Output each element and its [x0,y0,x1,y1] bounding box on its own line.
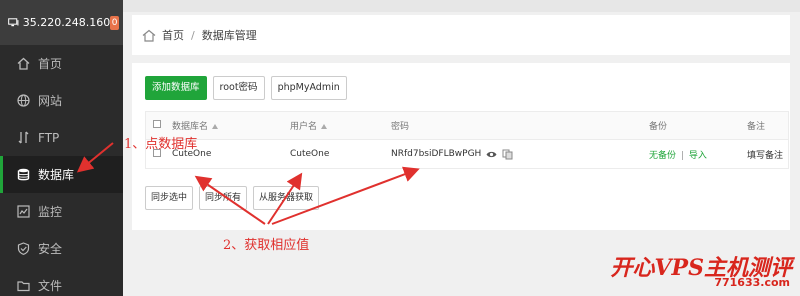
select-all-checkbox[interactable] [153,120,161,128]
sidebar-item-security[interactable]: 安全 [0,230,123,267]
sidebar: 35.220.248.160 0 首页 网站 FTP 数据库 监控 安全 文件 [0,0,123,296]
phpmyadmin-button[interactable]: phpMyAdmin [270,76,347,100]
password-value: NRfd7bsiDFLBwPGH [391,149,482,159]
no-backup-link[interactable]: 无备份 [649,151,676,161]
sync-selected-button[interactable]: 同步选中 [145,186,194,210]
toolbar: 添加数据库 root密码 phpMyAdmin [145,76,347,100]
root-password-button[interactable]: root密码 [212,76,265,100]
sidebar-item-label: FTP [38,130,60,145]
sort-icon [212,124,219,129]
annotation-step2: 2、获取相应值 [223,238,310,253]
sidebar-item-label: 网站 [38,94,63,108]
bottom-toolbar: 同步选中 同步所有 从服务器获取 [145,186,320,210]
breadcrumb: 首页 / 数据库管理 [132,15,790,55]
header-password: 密码 [391,122,410,132]
cell-backup: 无备份 | 导入 [649,150,707,161]
header-backup: 备份 [649,122,668,132]
globe-icon [17,94,30,107]
monitor-icon [8,18,19,27]
database-icon [17,168,30,181]
sync-all-button[interactable]: 同步所有 [199,186,248,210]
sidebar-item-home[interactable]: 首页 [0,45,123,82]
ftp-icon [18,131,29,144]
copy-icon[interactable] [502,149,513,160]
fetch-from-server-button[interactable]: 从服务器获取 [253,186,320,210]
sidebar-item-label: 数据库 [38,168,75,182]
table-row: CuteOne CuteOne NRfd7bsiDFLBwPGH 无备份 | 导… [146,140,788,168]
sidebar-item-database[interactable]: 数据库 [0,156,123,193]
header-user[interactable]: 用户名 [285,119,386,132]
database-table: 数据库名 用户名 密码 备份 备注 CuteOne CuteOne NRfd7b… [145,111,789,169]
monitor-icon [17,205,30,218]
annotation-step1: 1、点数据库 [124,137,198,152]
sort-icon [321,124,328,129]
sidebar-item-website[interactable]: 网站 [0,82,123,119]
breadcrumb-home[interactable]: 首页 [162,27,184,43]
cell-user: CuteOne [290,149,330,159]
import-link[interactable]: 导入 [689,151,707,161]
sidebar-item-label: 监控 [38,205,63,219]
sidebar-item-files[interactable]: 文件 [0,267,123,296]
table-header: 数据库名 用户名 密码 备份 备注 [146,112,788,140]
breadcrumb-current: 数据库管理 [201,29,257,42]
header-name[interactable]: 数据库名 [167,119,285,132]
sidebar-item-label: 文件 [38,279,63,293]
sidebar-item-label: 首页 [38,57,63,71]
server-ip: 35.220.248.160 [22,16,111,29]
sidebar-item-label: 安全 [38,242,63,256]
show-password-icon[interactable] [486,149,497,160]
home-icon [17,57,30,70]
notification-badge[interactable]: 0 [110,15,119,30]
header-note: 备注 [747,122,766,132]
server-header: 35.220.248.160 0 [0,0,123,45]
database-panel: 添加数据库 root密码 phpMyAdmin 数据库名 用户名 密码 备份 备… [132,63,790,230]
top-strip [123,0,800,12]
watermark-url: 771633.com [714,276,790,289]
sidebar-item-monitor[interactable]: 监控 [0,193,123,230]
sidebar-item-ftp[interactable]: FTP [0,119,123,156]
add-database-button[interactable]: 添加数据库 [145,76,207,100]
home-icon [142,29,156,42]
folder-icon [17,281,30,292]
breadcrumb-separator: / [191,28,195,42]
note-input[interactable]: 填写备注 [742,148,788,161]
shield-icon [17,242,30,255]
cell-password: NRfd7bsiDFLBwPGH [386,149,644,160]
